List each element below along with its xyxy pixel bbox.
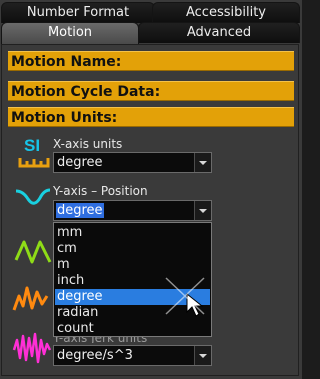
si-ruler-icon: SI [17, 134, 51, 172]
jerk-wave-icon [12, 330, 52, 366]
y-axis-position-value[interactable]: degree [56, 203, 104, 218]
y-axis-jerk-value: degree/s^3 [57, 348, 133, 363]
acceleration-wave-icon [12, 282, 52, 316]
chevron-down-icon[interactable] [194, 346, 211, 365]
tab-number-format[interactable]: Number Format [1, 2, 155, 23]
dropdown-option[interactable]: cm [55, 241, 210, 257]
dropdown-option[interactable]: m [55, 257, 210, 273]
x-axis-units-value: degree [57, 155, 103, 170]
tab-accessibility[interactable]: Accessibility [152, 2, 300, 23]
velocity-wave-icon [14, 236, 54, 268]
y-axis-position-label: Y-axis – Position [53, 184, 148, 198]
tab-advanced[interactable]: Advanced [138, 22, 300, 43]
chevron-down-icon[interactable] [194, 201, 211, 220]
chevron-down-icon[interactable] [194, 153, 211, 172]
x-axis-units-select[interactable]: degree [53, 152, 212, 173]
motion-settings-window: Number Format Accessibility Motion Advan… [0, 0, 302, 379]
motion-name-header: Motion Name: [8, 51, 294, 71]
x-axis-units-label: X-axis units [53, 137, 123, 151]
dropdown-option[interactable]: mm [55, 225, 210, 241]
y-axis-position-select[interactable]: degree [53, 200, 212, 221]
y-axis-jerk-select[interactable]: degree/s^3 [53, 345, 212, 366]
position-wave-icon [14, 184, 52, 212]
motion-units-header: Motion Units: [8, 107, 294, 127]
tab-motion[interactable]: Motion [1, 22, 139, 44]
dropdown-option[interactable]: count [55, 321, 210, 337]
motion-cycle-data-header: Motion Cycle Data: [8, 81, 294, 101]
click-sparkle-icon [165, 277, 205, 315]
